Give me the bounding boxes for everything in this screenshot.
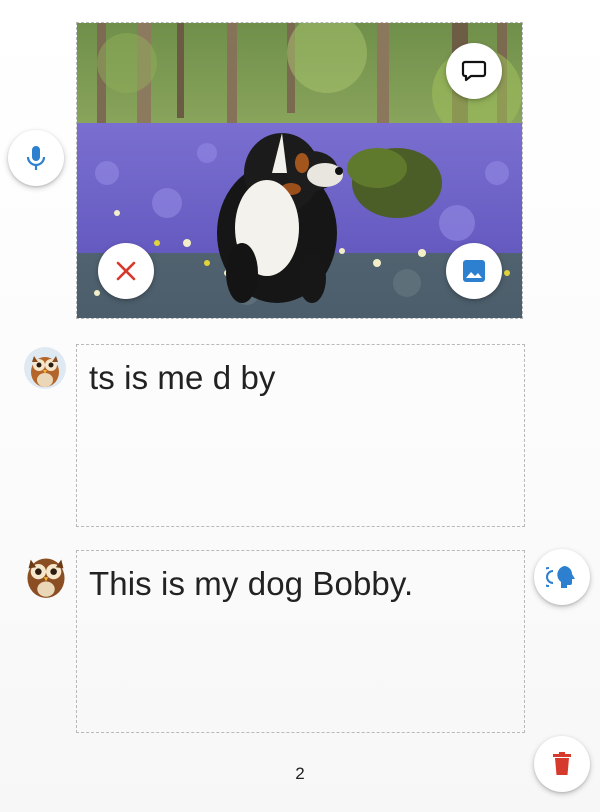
image-icon <box>463 260 485 282</box>
speaking-head-icon <box>546 566 575 588</box>
close-icon <box>116 261 136 281</box>
microphone-icon <box>26 146 46 170</box>
caption-text-2: This is my dog Bobby. <box>89 565 414 602</box>
owl-avatar <box>24 347 66 389</box>
microphone-button[interactable] <box>8 130 64 186</box>
remove-photo-button[interactable] <box>98 243 154 299</box>
caption-text-1: ts is me d by <box>89 359 276 396</box>
comment-button[interactable] <box>446 43 502 99</box>
speech-bubble-icon <box>461 60 487 82</box>
page-number: 2 <box>295 764 305 783</box>
owl-avatar <box>27 558 65 598</box>
caption-box-2[interactable]: This is my dog Bobby. <box>76 550 525 733</box>
speak-button[interactable] <box>534 549 590 605</box>
change-image-button[interactable] <box>446 243 502 299</box>
caption-box-1[interactable]: ts is me d by <box>76 344 525 527</box>
